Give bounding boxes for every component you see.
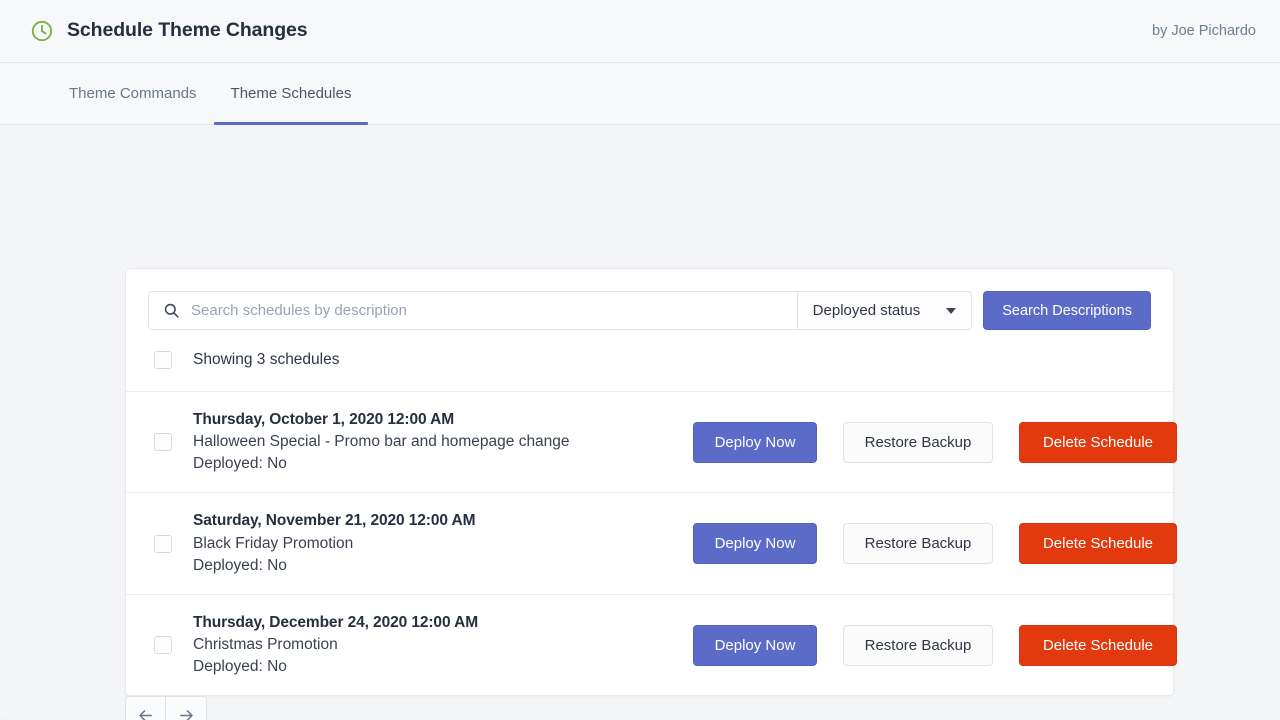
delete-schedule-button[interactable]: Delete Schedule: [1019, 624, 1177, 666]
schedule-deployed-status: Deployed: No: [193, 658, 287, 676]
schedule-description: Christmas Promotion: [193, 636, 338, 654]
header-brand: Schedule Theme Changes: [30, 19, 308, 43]
search-toolbar: Deployed status Search Descriptions: [126, 269, 1173, 330]
schedule-date: Thursday, December 24, 2020 12:00 AM: [193, 613, 479, 631]
pagination-next-button[interactable]: [166, 696, 207, 720]
chevron-down-icon: [946, 307, 957, 314]
page-body: Deployed status Search Descriptions Show…: [0, 125, 1280, 720]
table-row: Saturday, November 21, 2020 12:00 AM Bla…: [126, 493, 1177, 595]
search-icon: [163, 302, 180, 319]
table-row: Thursday, October 1, 2020 12:00 AM Hallo…: [126, 392, 1177, 494]
schedules-card: Deployed status Search Descriptions Show…: [125, 268, 1177, 697]
schedule-details: Saturday, November 21, 2020 12:00 AM Bla…: [193, 510, 693, 576]
clock-icon: [30, 19, 54, 43]
author-byline: by Joe Pichardo: [1152, 23, 1256, 39]
row-checkbox[interactable]: [154, 534, 172, 553]
table-row: Thursday, December 24, 2020 12:00 AM Chr…: [126, 595, 1177, 695]
arrow-left-icon: [136, 706, 155, 720]
schedule-date: Thursday, October 1, 2020 12:00 AM: [193, 411, 455, 428]
schedule-deployed-status: Deployed: No: [193, 455, 287, 473]
page-title: Schedule Theme Changes: [67, 19, 308, 42]
search-field-wrapper[interactable]: [148, 291, 797, 330]
schedule-details: Thursday, December 24, 2020 12:00 AM Chr…: [193, 612, 693, 678]
select-all-row: Showing 3 schedules: [126, 330, 1173, 392]
schedule-date: Saturday, November 21, 2020 12:00 AM: [193, 512, 476, 530]
select-all-checkbox[interactable]: [154, 351, 172, 369]
deployed-status-dropdown[interactable]: Deployed status: [796, 291, 973, 330]
tab-theme-commands[interactable]: Theme Commands: [52, 63, 214, 124]
delete-schedule-button[interactable]: Delete Schedule: [1019, 523, 1177, 565]
restore-backup-button[interactable]: Restore Backup: [843, 421, 993, 463]
deploy-now-button[interactable]: Deploy Now: [693, 624, 817, 666]
schedule-description: Black Friday Promotion: [193, 534, 354, 552]
row-actions: Deploy Now Restore Backup Delete Schedul…: [693, 421, 1177, 463]
row-actions: Deploy Now Restore Backup Delete Schedul…: [693, 624, 1177, 666]
schedule-description: Halloween Special - Promo bar and homepa…: [193, 433, 570, 451]
search-input[interactable]: [191, 302, 783, 319]
row-actions: Deploy Now Restore Backup Delete Schedul…: [693, 523, 1177, 565]
app-header: Schedule Theme Changes by Joe Pichardo: [0, 0, 1280, 63]
schedule-details: Thursday, October 1, 2020 12:00 AM Hallo…: [193, 409, 693, 475]
deploy-now-button[interactable]: Deploy Now: [693, 523, 817, 565]
schedule-deployed-status: Deployed: No: [193, 556, 287, 574]
pagination-prev-button[interactable]: [125, 696, 166, 720]
restore-backup-button[interactable]: Restore Backup: [843, 523, 993, 565]
tab-theme-schedules[interactable]: Theme Schedules: [213, 63, 369, 125]
arrow-right-icon: [177, 706, 196, 720]
results-summary: Showing 3 schedules: [193, 351, 340, 368]
restore-backup-button[interactable]: Restore Backup: [843, 624, 993, 666]
search-descriptions-button[interactable]: Search Descriptions: [983, 291, 1151, 330]
row-checkbox[interactable]: [154, 636, 172, 655]
tab-bar: Theme Commands Theme Schedules: [0, 63, 1280, 125]
row-checkbox[interactable]: [154, 433, 172, 452]
deployed-status-value: Deployed status: [812, 302, 921, 319]
delete-schedule-button[interactable]: Delete Schedule: [1019, 421, 1177, 463]
deploy-now-button[interactable]: Deploy Now: [693, 421, 817, 463]
pagination: [125, 696, 207, 720]
